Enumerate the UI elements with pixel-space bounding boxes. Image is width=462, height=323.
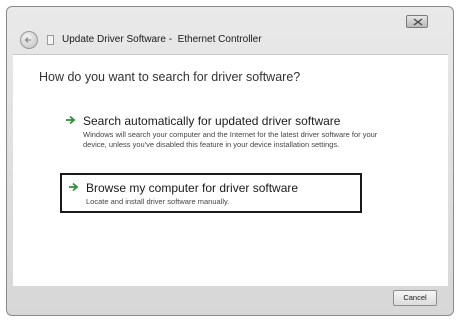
update-driver-dialog: Update Driver Software - Ethernet Contro…: [6, 6, 454, 316]
dialog-footer: Cancel: [7, 286, 453, 315]
green-arrow-icon: [66, 115, 76, 125]
back-arrow-icon: [24, 37, 31, 43]
dialog-content: How do you want to search for driver sof…: [13, 54, 448, 286]
option-title: Browse my computer for driver software: [86, 181, 299, 195]
title-bar: Update Driver Software - Ethernet Contro…: [7, 7, 453, 49]
page-title: How do you want to search for driver sof…: [39, 70, 301, 84]
search-automatically-option[interactable]: Search automatically for updated driver …: [65, 114, 385, 162]
green-arrow-icon: [69, 182, 79, 192]
option-description: Locate and install driver software manua…: [86, 197, 230, 206]
browse-computer-option[interactable]: Browse my computer for driver software L…: [68, 181, 358, 209]
option-description: Windows will search your computer and th…: [83, 130, 378, 149]
close-button[interactable]: [406, 15, 428, 28]
browse-option-highlight: Browse my computer for driver software L…: [60, 173, 362, 213]
close-icon: [413, 18, 423, 26]
driver-app-icon: [47, 35, 54, 45]
cancel-button[interactable]: Cancel: [393, 290, 437, 306]
back-button[interactable]: [20, 31, 38, 49]
window-title: Update Driver Software - Ethernet Contro…: [62, 34, 262, 45]
option-title: Search automatically for updated driver …: [83, 114, 341, 128]
